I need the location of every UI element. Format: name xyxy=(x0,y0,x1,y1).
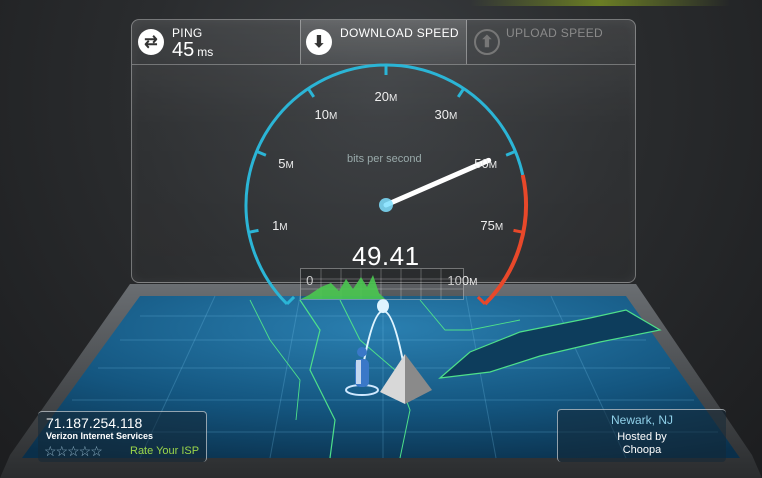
gauge-tick-unit: M xyxy=(279,222,288,234)
gauge-tick-number: 10 xyxy=(314,107,329,123)
upload-stat[interactable]: ⬆ UPLOAD SPEED xyxy=(466,20,635,64)
gauge-tick-label: 50M xyxy=(474,156,497,171)
gauge-tick-label: 1M xyxy=(272,218,288,233)
isp-name: Verizon Internet Services xyxy=(46,431,154,441)
gauge-tick-number: 30 xyxy=(434,107,449,123)
stats-bar: ⇄ PING 45 ms ⬇ DOWNLOAD SPEED ⬆ UPLOAD SP… xyxy=(132,20,635,65)
gauge-tick-label: 10M xyxy=(314,107,337,122)
gauge-tick-label: 5M xyxy=(278,156,294,171)
ip-address: 71.187.254.118 xyxy=(46,415,143,431)
ping-stat: ⇄ PING 45 ms xyxy=(132,20,301,64)
gauge-tick-label: 20M xyxy=(375,89,398,104)
rate-isp-link[interactable]: Rate Your ISP xyxy=(130,445,199,457)
ping-value: 45 ms xyxy=(172,39,213,62)
gauge-tick-unit: M xyxy=(328,111,338,123)
gauge-tick-label: 75M xyxy=(480,218,503,233)
ping-unit: ms xyxy=(197,45,214,59)
gauge-tick-number: 50 xyxy=(474,155,489,171)
upload-arrow-icon: ⬆ xyxy=(474,29,500,55)
gauge-tick-unit: M xyxy=(488,159,498,171)
download-label: DOWNLOAD SPEED xyxy=(340,26,459,40)
rating-stars[interactable]: ☆☆☆☆☆ xyxy=(44,443,103,460)
gauge-tick-unit: M xyxy=(448,111,458,123)
gauge-tick-number: 20 xyxy=(374,89,389,104)
gauge-tick-unit: M xyxy=(285,159,294,171)
units-label: bits per second xyxy=(347,153,422,165)
host-name: Choopa xyxy=(622,444,662,456)
gauge-tick-number: 75 xyxy=(480,218,495,234)
gauge-tick-unit: M xyxy=(469,277,478,289)
download-arrow-icon: ⬇ xyxy=(306,29,332,55)
server-location: Newark, NJ xyxy=(610,413,673,427)
download-stat[interactable]: ⬇ DOWNLOAD SPEED xyxy=(300,20,467,64)
upload-label: UPLOAD SPEED xyxy=(506,26,603,40)
gauge-tick-unit: M xyxy=(494,222,504,234)
ping-number: 45 xyxy=(172,39,195,61)
ping-label: PING xyxy=(172,26,203,40)
gauge-tick-unit: M xyxy=(388,93,398,104)
gauge-tick-label: 30M xyxy=(435,107,458,122)
isp-info: 71.187.254.118 Verizon Internet Services… xyxy=(38,411,207,462)
hosted-by-label: Hosted by xyxy=(617,431,667,443)
swap-arrows-icon: ⇄ xyxy=(138,29,164,55)
server-info[interactable]: Newark, NJ Hosted by Choopa xyxy=(557,409,726,462)
speed-history-graph xyxy=(300,268,464,300)
